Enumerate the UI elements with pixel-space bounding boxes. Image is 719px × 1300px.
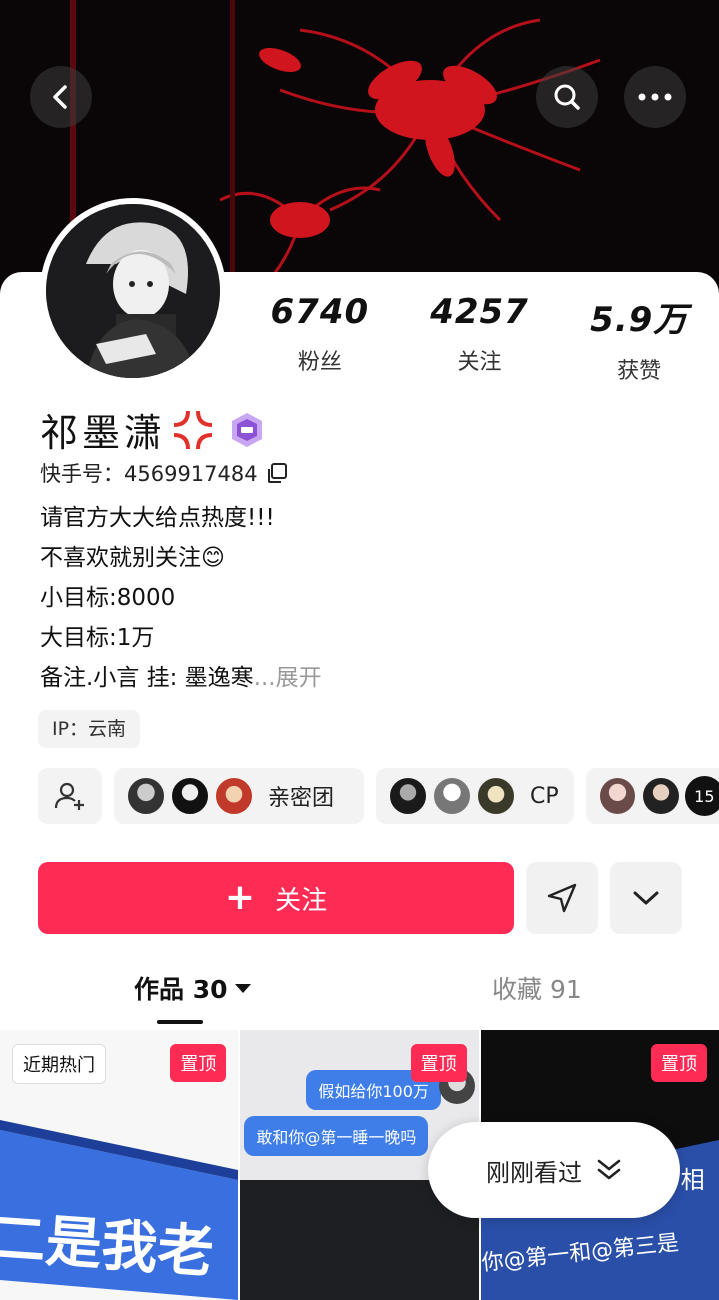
stat-label: 粉丝 (297, 350, 342, 375)
bio-last-line: 备注.小言 挂: 墨逸寒 (40, 665, 254, 691)
pinned-tag: 置顶 (410, 1044, 467, 1082)
ip-location-tag: IP：云南 (38, 710, 141, 748)
bio-line: 不喜欢就别关注😊 (40, 545, 225, 571)
member-avatar (388, 776, 428, 816)
more-dots-icon (638, 93, 672, 101)
member-avatar (476, 776, 516, 816)
recently-viewed-button[interactable]: 刚刚看过 (428, 1122, 680, 1218)
copy-icon[interactable] (266, 462, 288, 484)
intimate-group-card[interactable]: 亲密团 (114, 768, 364, 824)
avatar[interactable] (40, 198, 226, 384)
profile-stats: 6740 粉丝 4257 关注 5.9万 获赞 (240, 292, 719, 385)
double-chevron-down-icon (597, 1159, 621, 1180)
social-groups-row: 亲密团 CP 15 (38, 768, 719, 826)
follow-button[interactable]: + 关注 (38, 862, 514, 934)
cp-group-card[interactable]: CP (376, 768, 574, 824)
chevron-down-icon (633, 891, 659, 905)
thumbnail-text: 二是我老 (0, 1205, 216, 1286)
stat-label: 关注 (457, 350, 502, 375)
follow-label: 关注 (275, 885, 328, 916)
tab-label: 作品 30 (134, 975, 228, 1004)
expand-bio-link[interactable]: ...展开 (254, 665, 322, 691)
member-avatar (170, 776, 210, 816)
member-avatar (214, 776, 254, 816)
stat-followers[interactable]: 6740 粉丝 (240, 292, 400, 385)
bio-line: 小目标:8000 (40, 585, 176, 611)
level-badge-icon[interactable] (228, 411, 266, 449)
recent-label: 刚刚看过 (486, 1158, 582, 1187)
group-label: 亲密团 (268, 786, 335, 811)
member-avatar (432, 776, 472, 816)
stat-likes[interactable]: 5.9万 获赞 (559, 292, 719, 385)
bio-line: 请官方大大给点热度!!! (40, 505, 275, 531)
pinned-tag: 置顶 (650, 1044, 707, 1082)
search-icon (554, 84, 580, 110)
chat-bubble: 敢和你@第一睡一晚吗 (244, 1116, 429, 1156)
tab-favorites[interactable]: 收藏 91 (492, 970, 582, 1006)
stat-following[interactable]: 4257 关注 (400, 292, 560, 385)
profile-name: 祁墨潇 (40, 411, 167, 455)
more-options-button[interactable] (624, 66, 686, 128)
tab-works[interactable]: 作品 30 (134, 970, 252, 1006)
member-avatar (641, 776, 681, 816)
add-friend-icon (54, 782, 84, 810)
friends-group-card[interactable]: 15 (586, 768, 719, 824)
add-friend-button[interactable] (38, 768, 102, 824)
tab-label: 收藏 91 (492, 975, 582, 1004)
member-avatar (126, 776, 166, 816)
stat-value: 4257 (430, 292, 529, 332)
active-tab-indicator (157, 1020, 203, 1024)
content-tabs: 作品 30 收藏 91 (0, 970, 719, 1026)
share-send-icon (547, 883, 577, 913)
bio-line: 备注.小言 挂: 墨逸寒...展开 (40, 658, 322, 698)
bio: 请官方大大给点热度!!! 不喜欢就别关注😊 小目标:8000 大目标:1万 备注… (40, 498, 322, 698)
avatar-image (46, 204, 220, 378)
stat-value: 5.9万 (590, 300, 689, 340)
expand-recommendations-button[interactable] (610, 862, 682, 934)
back-icon (53, 85, 67, 109)
recent-hot-tag: 近期热门 (12, 1044, 106, 1084)
stat-label: 获赞 (617, 359, 662, 384)
kuaishou-id-row: 快手号：4569917484 (40, 458, 288, 488)
back-button[interactable] (30, 66, 92, 128)
thumbnail-text: 相 (680, 1166, 705, 1194)
search-button[interactable] (536, 66, 598, 128)
member-avatar (598, 776, 638, 816)
stat-value: 6740 (270, 292, 370, 332)
send-message-button[interactable] (526, 862, 598, 934)
kuaishou-id: 快手号：4569917484 (40, 462, 258, 486)
caret-down-icon (234, 984, 251, 993)
pinned-tag: 置顶 (170, 1044, 227, 1082)
group-label: CP (530, 783, 559, 809)
bio-line: 大目标:1万 (40, 625, 155, 651)
member-count-badge: 15 (684, 776, 719, 816)
anger-icon (174, 410, 213, 449)
plus-icon: + (224, 877, 256, 918)
name-row: 祁墨潇 (40, 402, 266, 457)
work-thumbnail[interactable]: 二是我老 近期热门 置顶 (0, 1030, 239, 1300)
